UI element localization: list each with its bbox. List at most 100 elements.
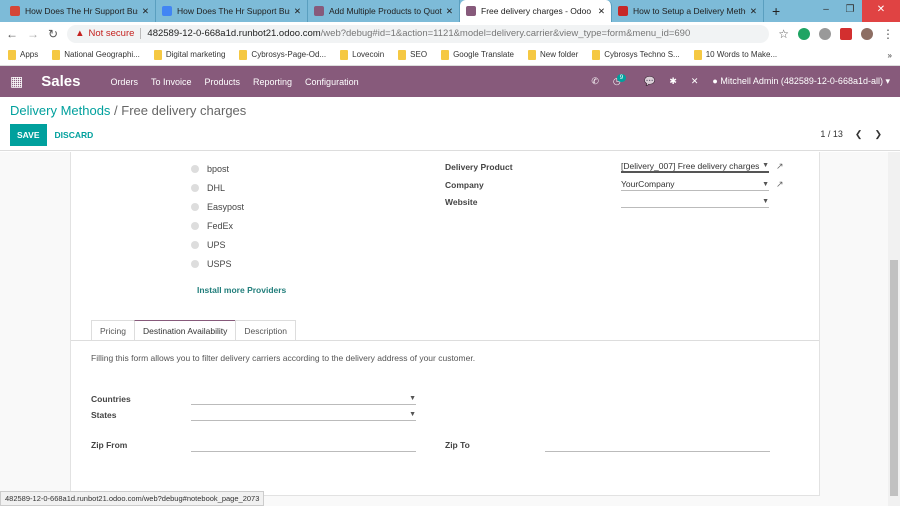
chat-icon[interactable]: 💬 [644, 76, 655, 87]
form-sheet: bpost DHL Easypost FedEx UPS USPS Install mor… [70, 152, 820, 496]
bookmark-item[interactable]: Lovecoin [340, 50, 384, 60]
reload-icon[interactable]: ↻ [48, 27, 58, 41]
new-tab-button[interactable]: + [764, 3, 788, 19]
external-link-icon[interactable]: ↗ [776, 161, 784, 172]
bookmark-icon [340, 50, 349, 60]
window-close-button[interactable]: ✕ [862, 0, 900, 22]
provider-radio[interactable]: DHL [191, 183, 225, 193]
bookmark-icon [693, 50, 702, 60]
extension-icon[interactable] [819, 27, 831, 40]
close-tab-icon[interactable]: ✕ [142, 6, 149, 17]
restore-button[interactable]: ❐ [838, 0, 862, 22]
bookmark-item[interactable]: Google Translate [441, 50, 514, 60]
provider-radio[interactable]: bpost [191, 164, 229, 174]
phone-icon[interactable]: ✆ [591, 76, 599, 87]
forward-icon[interactable]: → [27, 27, 39, 41]
menu-icon[interactable]: ⋮ [882, 27, 894, 41]
browser-tab[interactable]: How Does The Hr Support Busin ✕ [156, 0, 308, 22]
bookmark-item[interactable]: Cybrosys-Page-Od... [239, 50, 326, 60]
discard-button[interactable]: DISCARD [55, 130, 94, 140]
company-field[interactable]: YourCompany ▼ [621, 178, 769, 191]
radio-icon [191, 222, 199, 230]
breadcrumb: Delivery Methods / Free delivery charges [10, 103, 247, 118]
zip-from-input[interactable] [191, 439, 416, 452]
countries-field[interactable]: ▼ [191, 392, 416, 405]
activity-icon[interactable]: ◷9 [613, 74, 630, 87]
breadcrumb-parent-link[interactable]: Delivery Methods [10, 103, 110, 118]
app-title[interactable]: Sales [41, 73, 80, 90]
pager-next-icon[interactable]: ❯ [874, 129, 882, 140]
bookmark-item[interactable]: Apps [8, 50, 38, 60]
browser-tab[interactable]: Add Multiple Products to Quota ✕ [308, 0, 460, 22]
radio-icon [191, 184, 199, 192]
radio-icon [191, 165, 199, 173]
bookmark-icon [239, 50, 248, 60]
pager-value: 1 / 13 [820, 129, 843, 139]
tab-title: Add Multiple Products to Quota [329, 6, 442, 16]
tools-icon[interactable]: ✕ [691, 76, 699, 87]
address-bar-row: ← → ↻ ▲ Not secure 482589-12-0-668a1d.runbot… [0, 22, 900, 45]
url-host: 482589-12-0-668a1d.runbot21.odoo.com [147, 28, 321, 39]
bookmark-icon [441, 50, 450, 60]
menu-item[interactable]: To Invoice [151, 77, 192, 87]
more-bookmarks-icon[interactable]: » [888, 51, 892, 60]
tab-title: How to Setup a Delivery Metho [633, 6, 746, 16]
avatar: ● [712, 76, 718, 86]
extension-icon[interactable] [840, 27, 852, 40]
url-input[interactable]: ▲ Not secure 482589-12-0-668a1d.runbot21.o… [67, 24, 770, 43]
radio-icon [191, 260, 199, 268]
scrollbar-thumb[interactable] [890, 260, 898, 496]
close-tab-icon[interactable]: ✕ [598, 6, 605, 17]
grammarly-icon[interactable] [798, 27, 810, 40]
bookmark-icon [528, 50, 536, 60]
star-icon[interactable]: ☆ [778, 27, 789, 41]
tab-destination-availability[interactable]: Destination Availability [133, 320, 237, 341]
company-label: Company [445, 180, 484, 190]
zip-to-input[interactable] [545, 439, 770, 452]
menu-item[interactable]: Configuration [305, 77, 359, 87]
menu-item[interactable]: Orders [110, 77, 138, 87]
company-value: YourCompany [621, 179, 675, 189]
install-more-providers-link[interactable]: Install more Providers [197, 285, 286, 295]
external-link-icon[interactable]: ↗ [776, 179, 784, 190]
url-path: /web?debug#id=1&action=1121&model=delive… [320, 28, 691, 39]
website-field[interactable]: ▼ [621, 195, 769, 208]
tab-description[interactable]: Description [235, 320, 296, 341]
profile-avatar[interactable] [861, 27, 873, 40]
states-field[interactable]: ▼ [191, 408, 416, 421]
menu-item[interactable]: Products [204, 77, 240, 87]
user-menu[interactable]: ● Mitchell Admin (482589-12-0-668a1d-all… [712, 76, 890, 87]
back-icon[interactable]: ← [6, 27, 18, 41]
delivery-product-label: Delivery Product [445, 162, 513, 172]
tab-title: Free delivery charges - Odoo [481, 6, 592, 16]
provider-label: USPS [207, 259, 232, 269]
tab-pricing[interactable]: Pricing [91, 320, 135, 341]
delivery-product-field[interactable]: [Delivery_007] Free delivery charges ▼ [621, 160, 769, 173]
provider-radio[interactable]: USPS [191, 259, 232, 269]
apps-grid-icon[interactable]: ▦ [10, 73, 23, 90]
bookmark-item[interactable]: 10 Words to Make... [693, 50, 777, 60]
scrollbar[interactable] [888, 152, 900, 506]
browser-tab[interactable]: Free delivery charges - Odoo ✕ [460, 0, 612, 22]
provider-radio[interactable]: FedEx [191, 221, 233, 231]
website-label: Website [445, 197, 478, 207]
bookmark-item[interactable]: New folder [528, 50, 578, 60]
close-tab-icon[interactable]: ✕ [750, 6, 757, 17]
provider-radio[interactable]: UPS [191, 240, 226, 250]
menu-item[interactable]: Reporting [253, 77, 292, 87]
bookmark-label: Digital marketing [165, 50, 226, 60]
bookmark-item[interactable]: National Geographi... [52, 50, 140, 60]
browser-tab[interactable]: How Does The Hr Support Busin ✕ [4, 0, 156, 22]
browser-tab[interactable]: How to Setup a Delivery Metho ✕ [612, 0, 764, 22]
debug-icon[interactable]: ✱ [669, 76, 677, 87]
bookmark-item[interactable]: SEO [398, 50, 427, 60]
bookmark-item[interactable]: Cybrosys Techno S... [592, 50, 680, 60]
bookmark-label: Google Translate [453, 50, 514, 60]
provider-radio[interactable]: Easypost [191, 202, 244, 212]
minimize-button[interactable]: – [814, 0, 838, 22]
pager-prev-icon[interactable]: ❮ [855, 129, 863, 140]
save-button[interactable]: SAVE [10, 124, 47, 146]
bookmark-item[interactable]: Digital marketing [153, 50, 226, 60]
close-tab-icon[interactable]: ✕ [446, 6, 453, 17]
close-tab-icon[interactable]: ✕ [294, 6, 301, 17]
